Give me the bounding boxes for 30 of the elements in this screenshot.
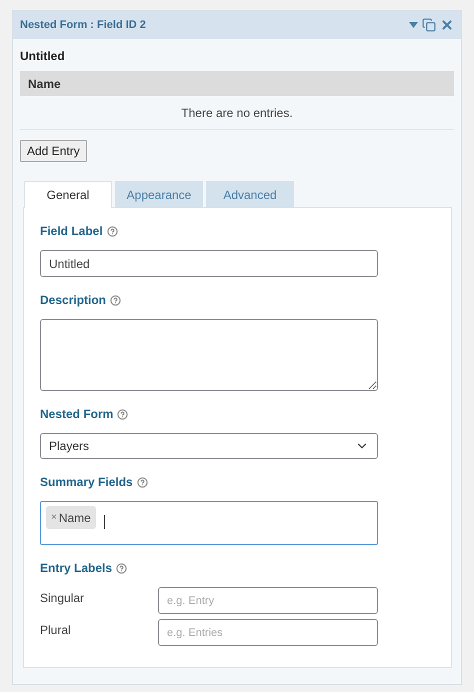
panel-title: Nested Form : Field ID 2 [20, 18, 146, 33]
tag-label: Name [58, 510, 91, 526]
select-field[interactable]: Players [40, 433, 378, 459]
text-field[interactable]: Untitled [40, 250, 378, 277]
add-entry-button[interactable]: Add Entry [20, 140, 87, 162]
field-title: Untitled [20, 48, 66, 65]
tab[interactable]: General [24, 181, 112, 208]
help-icon[interactable] [110, 294, 122, 306]
setting-label: Field Label [40, 223, 103, 240]
help-icon[interactable] [136, 476, 148, 488]
close-icon[interactable] [440, 18, 454, 32]
empty-message: There are no entries. [181, 104, 293, 122]
textarea-field[interactable] [40, 319, 378, 391]
setting-label: Summary Fields [40, 474, 133, 491]
column-header: Name [28, 76, 61, 92]
setting-label: Entry Labels [40, 560, 112, 577]
setting-label: Nested Form [40, 406, 114, 423]
remove-tag-button[interactable]: × [51, 510, 57, 525]
text-field[interactable]: e.g. Entry [158, 587, 378, 614]
row-label: Singular [40, 590, 86, 607]
help-icon[interactable] [116, 562, 128, 574]
help-icon[interactable] [106, 226, 118, 236]
help-icon[interactable] [117, 408, 128, 420]
duplicate-icon[interactable] [422, 18, 436, 32]
text-field[interactable]: e.g. Entries [158, 619, 378, 646]
caret-down-icon[interactable] [409, 22, 418, 28]
tags-field[interactable]: × Name [40, 501, 378, 545]
setting-label: Description [40, 292, 106, 309]
row-label: Plural [40, 622, 72, 639]
text-cursor [104, 515, 105, 529]
